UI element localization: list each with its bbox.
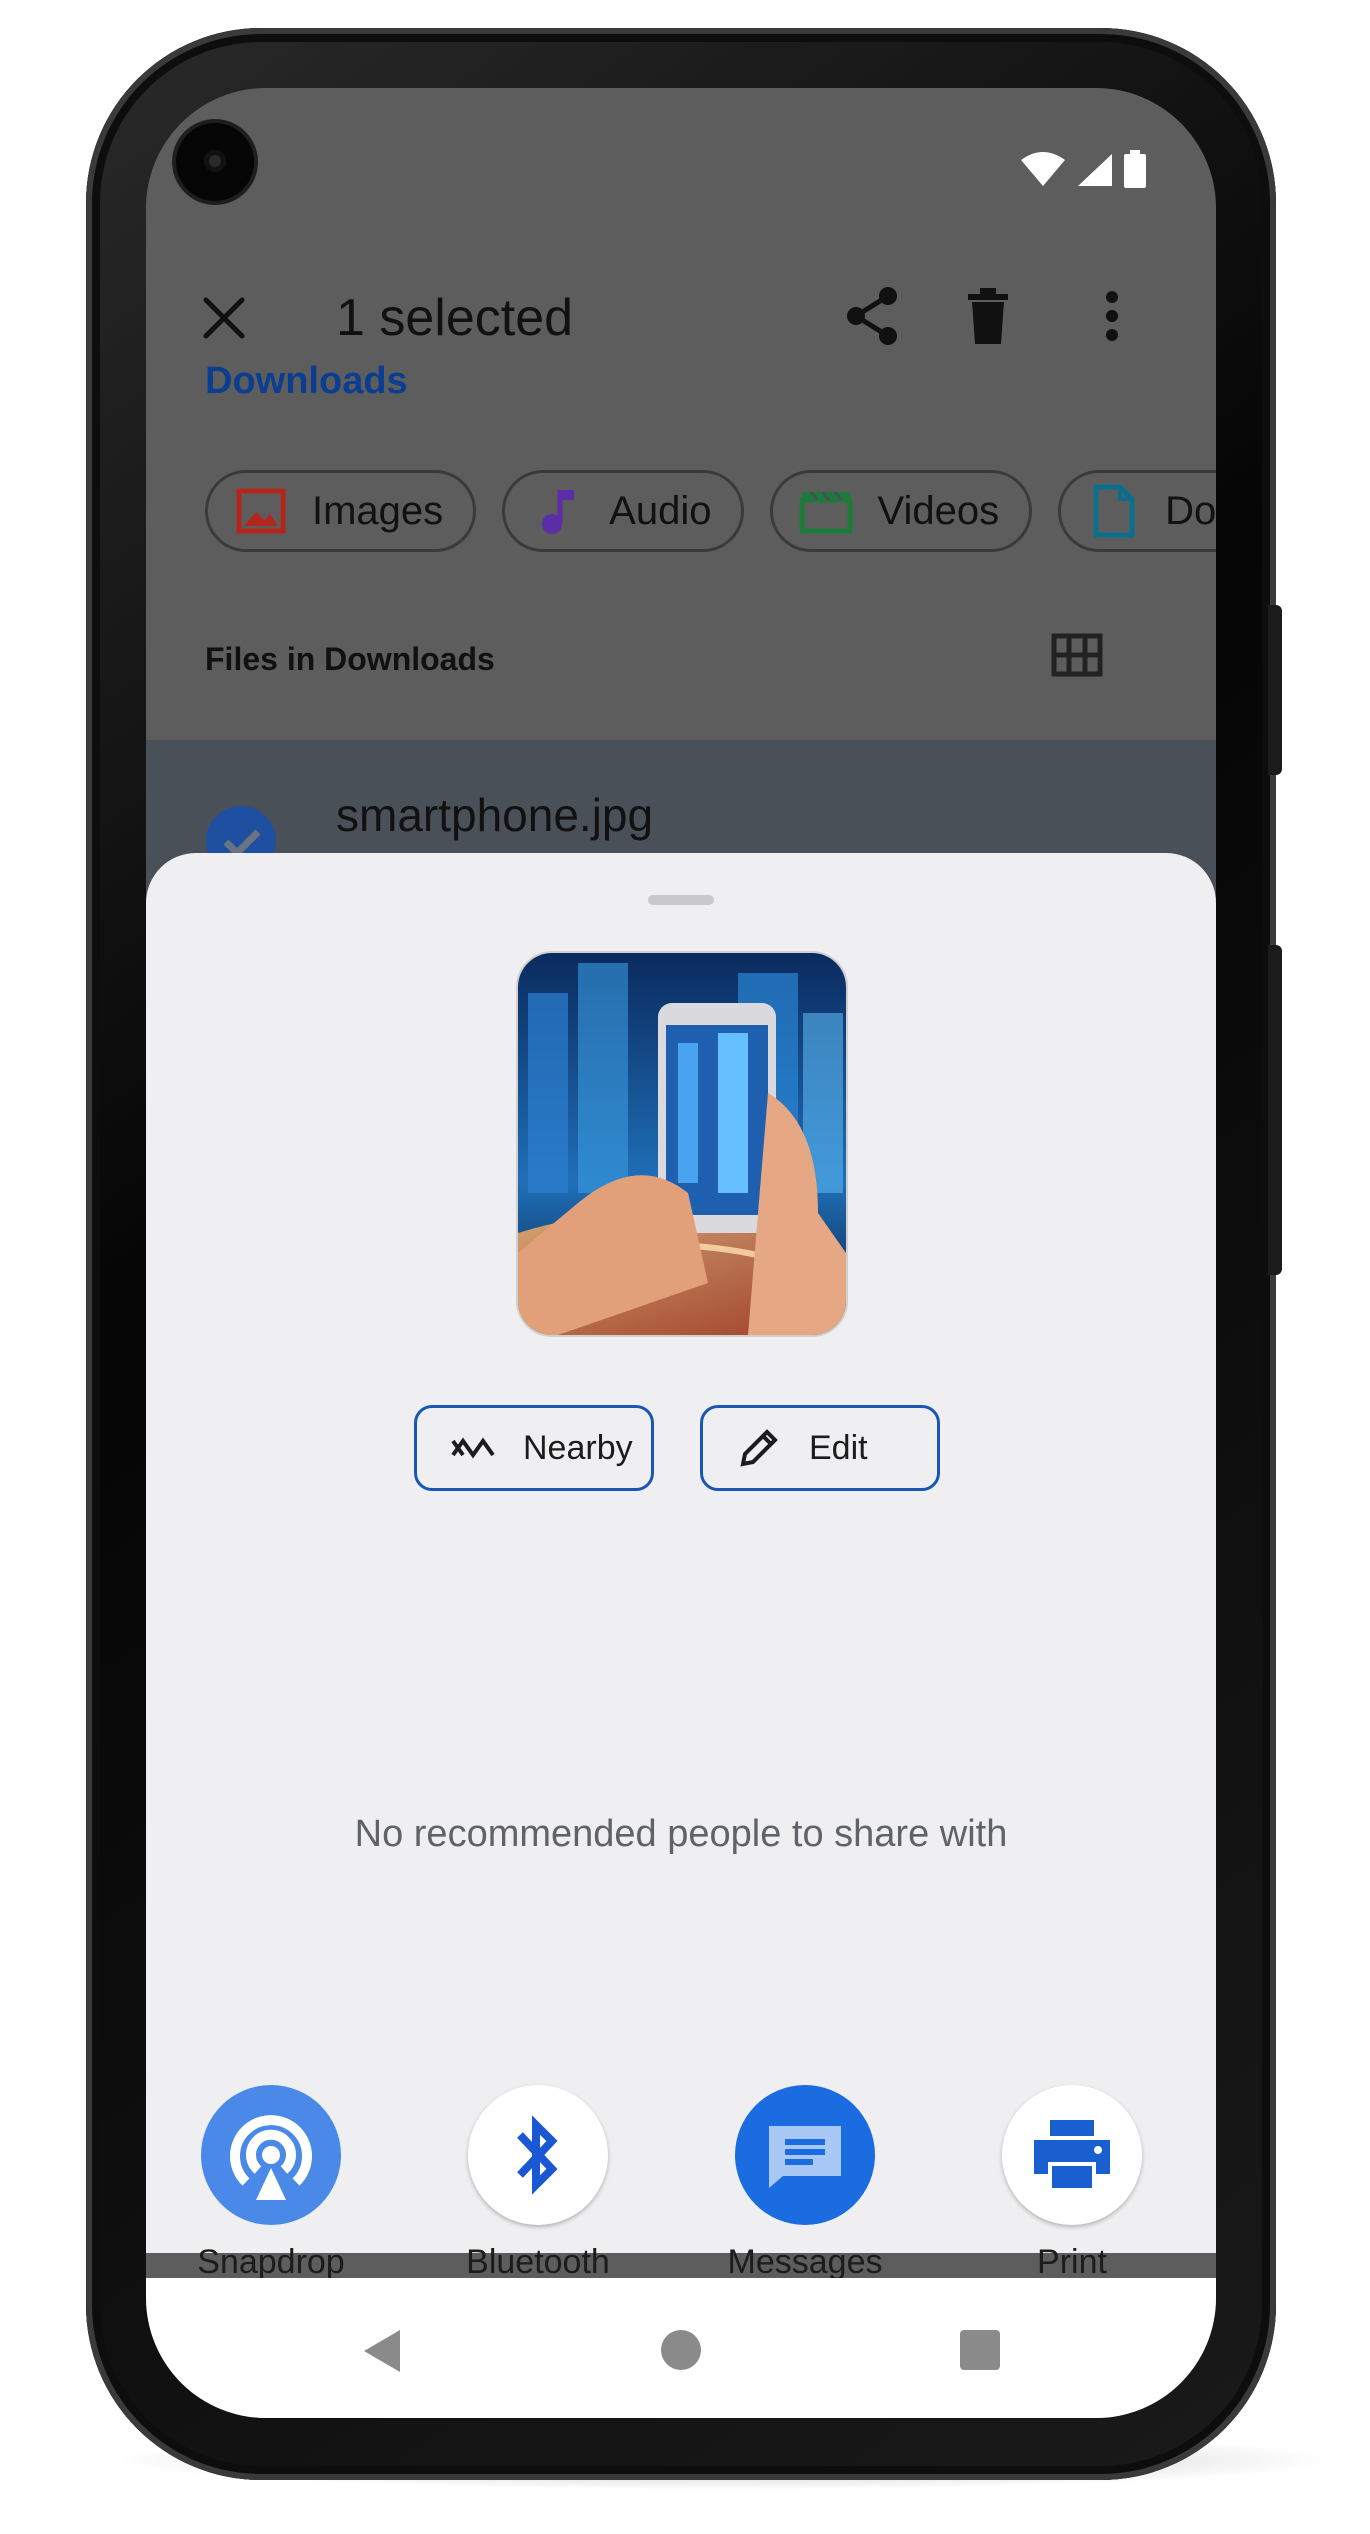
movie-icon — [799, 484, 853, 538]
status-bar — [1020, 150, 1146, 188]
image-preview — [516, 951, 848, 1337]
target-label: Snapdrop — [197, 2243, 345, 2281]
chip-documents[interactable]: Doc — [1058, 470, 1216, 552]
chip-label: Doc — [1165, 488, 1216, 533]
home-icon[interactable] — [661, 2330, 701, 2370]
target-print[interactable]: Print — [952, 2085, 1192, 2282]
nearby-share-icon — [449, 1428, 497, 1468]
recents-icon[interactable] — [960, 2330, 1000, 2370]
file-name: smartphone.jpg — [336, 789, 654, 841]
close-icon[interactable] — [194, 288, 254, 348]
category-chips: Images Audio Videos Doc — [205, 470, 1216, 552]
target-snapdrop[interactable]: Snapdrop — [151, 2085, 391, 2282]
signal-icon — [1078, 154, 1112, 186]
snapdrop-icon — [201, 2085, 341, 2225]
chip-videos[interactable]: Videos — [770, 470, 1033, 552]
target-label: Print — [1037, 2243, 1107, 2281]
share-sheet: Nearby Edit No recommended people to sha… — [146, 853, 1216, 2281]
screen: 1 selected Downloads Images Audio Videos… — [146, 88, 1216, 2418]
front-camera — [176, 123, 254, 201]
nearby-label: Nearby — [523, 1428, 633, 1467]
wifi-icon — [1021, 152, 1065, 186]
chip-label: Audio — [609, 488, 712, 533]
page-title: 1 selected — [336, 289, 574, 347]
empty-message: No recommended people to share with — [354, 1813, 1008, 1855]
drag-handle[interactable] — [648, 895, 714, 905]
target-label: Messages — [727, 2243, 883, 2281]
grid-view-icon[interactable] — [1051, 633, 1111, 683]
power-button — [1268, 605, 1282, 775]
breadcrumb[interactable]: Downloads — [205, 360, 408, 403]
bluetooth-icon — [468, 2085, 608, 2225]
printer-icon — [1002, 2085, 1142, 2225]
chip-label: Videos — [877, 488, 1000, 533]
delete-icon[interactable] — [952, 280, 1024, 352]
chip-label: Images — [312, 488, 444, 533]
back-icon[interactable] — [362, 2328, 402, 2379]
share-icon[interactable] — [836, 280, 908, 352]
document-icon — [1087, 484, 1141, 538]
edit-button[interactable]: Edit — [700, 1405, 940, 1491]
app-bar: 1 selected — [146, 258, 1216, 368]
target-label: Bluetooth — [466, 2243, 610, 2281]
target-bluetooth[interactable]: Bluetooth — [418, 2085, 658, 2282]
battery-icon — [1124, 150, 1146, 188]
chip-images[interactable]: Images — [205, 470, 477, 552]
chip-audio[interactable]: Audio — [502, 470, 745, 552]
volume-button — [1268, 945, 1282, 1275]
more-vert-icon[interactable] — [1076, 280, 1148, 352]
pencil-icon — [735, 1428, 783, 1468]
music-note-icon — [531, 484, 585, 538]
edit-label: Edit — [809, 1428, 868, 1467]
image-icon — [234, 484, 288, 538]
nearby-button[interactable]: Nearby — [414, 1405, 654, 1491]
target-messages[interactable]: Messages — [685, 2085, 925, 2282]
section-label: Files in Downloads — [205, 641, 495, 677]
navigation-bar — [146, 2278, 1216, 2418]
messages-icon — [735, 2085, 875, 2225]
